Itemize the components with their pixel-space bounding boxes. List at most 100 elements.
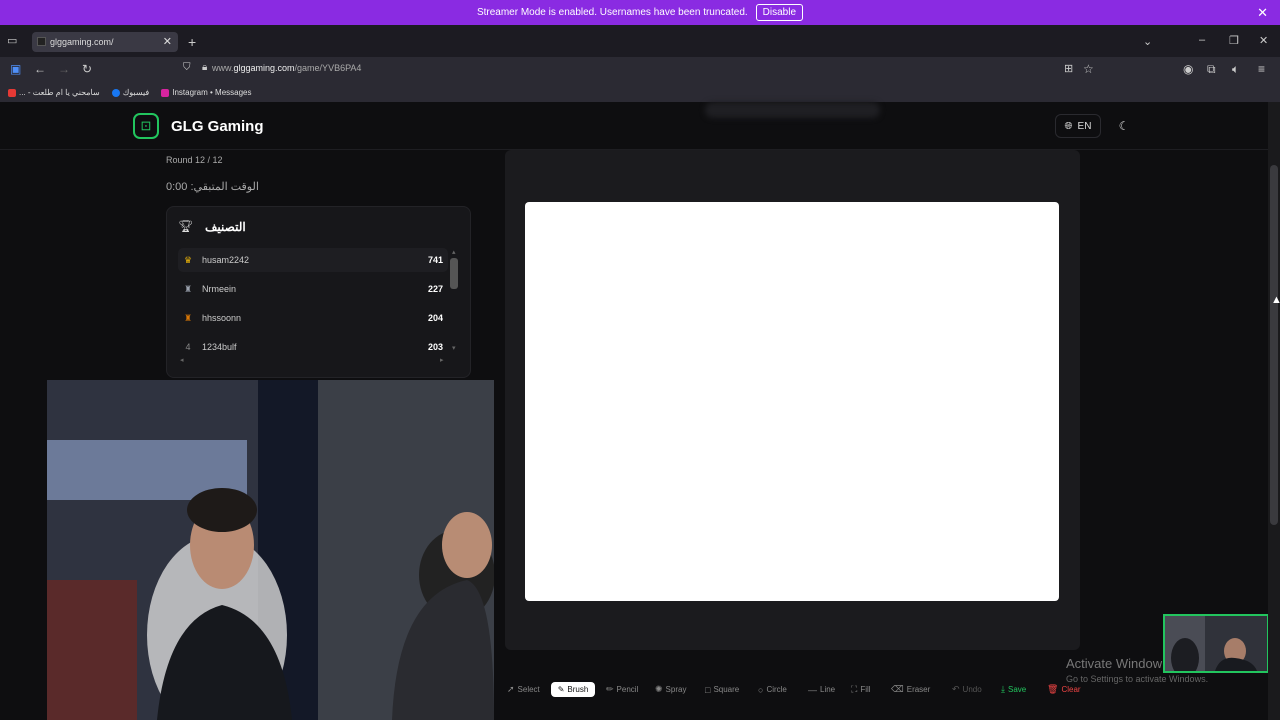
player-score: 204 bbox=[427, 313, 443, 323]
scroll-right-icon[interactable]: ▸ bbox=[440, 356, 444, 364]
tool-save-button[interactable]: ⤓ Save bbox=[1001, 682, 1026, 697]
gamepad-logo-icon[interactable]: ⊡ bbox=[133, 113, 159, 139]
rank-icon: ♛ bbox=[183, 254, 193, 265]
windows-activation-subtitle: Go to Settings to activate Windows. bbox=[1066, 674, 1209, 684]
scroll-left-icon[interactable]: ◂ bbox=[180, 356, 184, 364]
url-bar[interactable]: www.glggaming.com/game/YVB6PA4 bbox=[212, 63, 361, 73]
blurred-nav bbox=[705, 102, 880, 118]
bookmark-2[interactable]: فيسبوك bbox=[111, 88, 149, 97]
tool-pencil-icon: ✏ bbox=[606, 684, 614, 694]
theme-toggle-button[interactable]: ☾ bbox=[1111, 114, 1137, 138]
bookmark-star-icon[interactable]: ☆ bbox=[1083, 62, 1094, 76]
ranking-scrollbar[interactable] bbox=[450, 258, 458, 289]
ranking-row: 4 1234bulf 203 bbox=[178, 335, 448, 359]
menu-icon[interactable]: ≡ bbox=[1258, 62, 1265, 76]
tool-label: Circle bbox=[766, 685, 787, 694]
instagram-icon bbox=[161, 88, 170, 97]
tool-circle-icon: ○ bbox=[758, 684, 764, 695]
ranking-row: ♜ hhssoonn 204 bbox=[178, 306, 448, 330]
url-prefix: www. bbox=[212, 63, 234, 73]
bookmarks-bar: ... - سامحني يا ام طلعت فيسبوك Instagram… bbox=[0, 83, 1280, 102]
favicon-icon bbox=[37, 37, 46, 46]
window-close-icon[interactable]: ✕ bbox=[1259, 34, 1268, 47]
lock-icon[interactable]: 🔒︎ bbox=[202, 62, 207, 73]
player-score: 227 bbox=[427, 284, 443, 294]
scroll-down-icon[interactable]: ▾ bbox=[452, 344, 456, 352]
player-name: 1234bulf bbox=[202, 342, 237, 352]
bookmark-3[interactable]: Instagram • Messages bbox=[161, 88, 252, 97]
rank-icon: ♜ bbox=[183, 312, 193, 323]
tool-square-icon: □ bbox=[705, 684, 711, 695]
tool-label: Clear bbox=[1061, 685, 1081, 694]
account-icon[interactable]: ◉ bbox=[1183, 62, 1193, 76]
shield-icon[interactable]: ⛉ bbox=[183, 62, 191, 73]
ranking-row: ♜ Nrmeein 227 bbox=[178, 277, 448, 301]
tool-label: Select bbox=[517, 685, 540, 694]
url-path: /game/YVB6PA4 bbox=[294, 63, 362, 73]
tool-clear-button[interactable]: 🗑 Clear bbox=[1047, 682, 1081, 697]
mouse-cursor-icon: ▲ bbox=[1271, 294, 1280, 306]
translate-icon[interactable]: ⊞ bbox=[1064, 62, 1073, 75]
tool-spray-icon: ✺ bbox=[655, 684, 663, 694]
player-name: Nrmeein bbox=[202, 284, 237, 294]
reload-icon[interactable]: ↻ bbox=[82, 62, 92, 76]
scroll-up-icon[interactable]: ▴ bbox=[452, 248, 456, 256]
tool-clear-icon: 🗑 bbox=[1047, 684, 1059, 694]
tool-brush-icon: ✎ bbox=[557, 685, 565, 694]
ranking-title: التصنيف bbox=[205, 220, 246, 234]
back-icon[interactable]: ← bbox=[34, 62, 46, 76]
tool-label: Eraser bbox=[906, 685, 931, 694]
page-scrollbar-thumb[interactable] bbox=[1270, 165, 1278, 525]
tool-fill-button[interactable]: ⛶ Fill bbox=[851, 682, 871, 697]
minimize-icon[interactable]: – bbox=[1199, 34, 1205, 46]
tool-select-button[interactable]: ➚ Select bbox=[507, 682, 540, 697]
restore-icon[interactable]: ❐ bbox=[1229, 34, 1239, 47]
language-button[interactable]: 🌐︎ EN bbox=[1055, 114, 1101, 138]
tool-save-icon: ⤓ bbox=[1001, 684, 1005, 694]
forward-icon[interactable]: → bbox=[58, 62, 70, 76]
tool-eraser-icon: ⌫ bbox=[891, 684, 904, 694]
url-domain: glggaming.com bbox=[233, 63, 295, 73]
sidebar-icon[interactable]: ▣ bbox=[10, 62, 21, 76]
bookmark-1[interactable]: ... - سامحني يا ام طلعت bbox=[8, 88, 100, 97]
tool-line-button[interactable]: — Line bbox=[808, 682, 835, 697]
tool-label: Spray bbox=[665, 685, 687, 694]
tool-label: Line bbox=[820, 685, 836, 694]
windows-activation-title: Activate Window bbox=[1066, 656, 1163, 671]
chevron-down-icon[interactable]: ⌄ bbox=[1143, 35, 1152, 48]
player-name: hhssoonn bbox=[202, 313, 242, 323]
site-brand[interactable]: GLG Gaming bbox=[171, 118, 264, 135]
youtube-icon bbox=[8, 88, 16, 97]
time-remaining: الوقت المتبقي: 0:00 bbox=[166, 181, 259, 193]
close-icon[interactable]: ✕ bbox=[1257, 5, 1268, 21]
extensions-icon[interactable]: ⧉ bbox=[1207, 62, 1216, 77]
player-score: 741 bbox=[427, 255, 443, 265]
webcam-overlay bbox=[47, 380, 494, 720]
drawing-canvas[interactable] bbox=[525, 202, 1059, 601]
tool-circle-button[interactable]: ○ Circle bbox=[758, 682, 787, 697]
ranking-row: ♛ husam2242 741 bbox=[178, 248, 448, 272]
tool-undo-icon: ↶ bbox=[952, 684, 960, 694]
tool-label: Pencil bbox=[616, 685, 639, 694]
new-tab-icon[interactable]: + bbox=[188, 34, 196, 50]
tool-square-button[interactable]: □ Square bbox=[705, 682, 739, 697]
tool-label: Square bbox=[713, 685, 740, 694]
browser-tab[interactable]: glggaming.com/ ✕ bbox=[32, 32, 178, 52]
speaker-icon[interactable]: 🔈︎ bbox=[1232, 62, 1239, 77]
disable-streamer-mode-button[interactable]: Disable bbox=[755, 4, 804, 21]
tab-overview-icon[interactable]: ▭ bbox=[7, 34, 17, 47]
tool-brush-button[interactable]: ✎ Brush bbox=[551, 682, 595, 697]
tool-label: Save bbox=[1007, 685, 1027, 694]
tool-pencil-button[interactable]: ✏ Pencil bbox=[606, 682, 638, 697]
tool-label: Undo bbox=[962, 685, 982, 694]
tool-undo-button[interactable]: ↶ Undo bbox=[952, 682, 982, 697]
banner-text: Streamer Mode is enabled. Usernames have… bbox=[476, 7, 748, 18]
moon-icon: ☾ bbox=[1118, 119, 1130, 133]
tool-eraser-button[interactable]: ⌫ Eraser bbox=[891, 682, 930, 697]
tool-label: Brush bbox=[567, 685, 589, 694]
close-tab-icon[interactable]: ✕ bbox=[163, 35, 172, 48]
tool-line-icon: — bbox=[808, 684, 817, 695]
streamer-mode-banner: Streamer Mode is enabled. Usernames have… bbox=[0, 0, 1280, 25]
tool-spray-button[interactable]: ✺ Spray bbox=[655, 682, 686, 697]
player-score: 203 bbox=[427, 342, 443, 352]
